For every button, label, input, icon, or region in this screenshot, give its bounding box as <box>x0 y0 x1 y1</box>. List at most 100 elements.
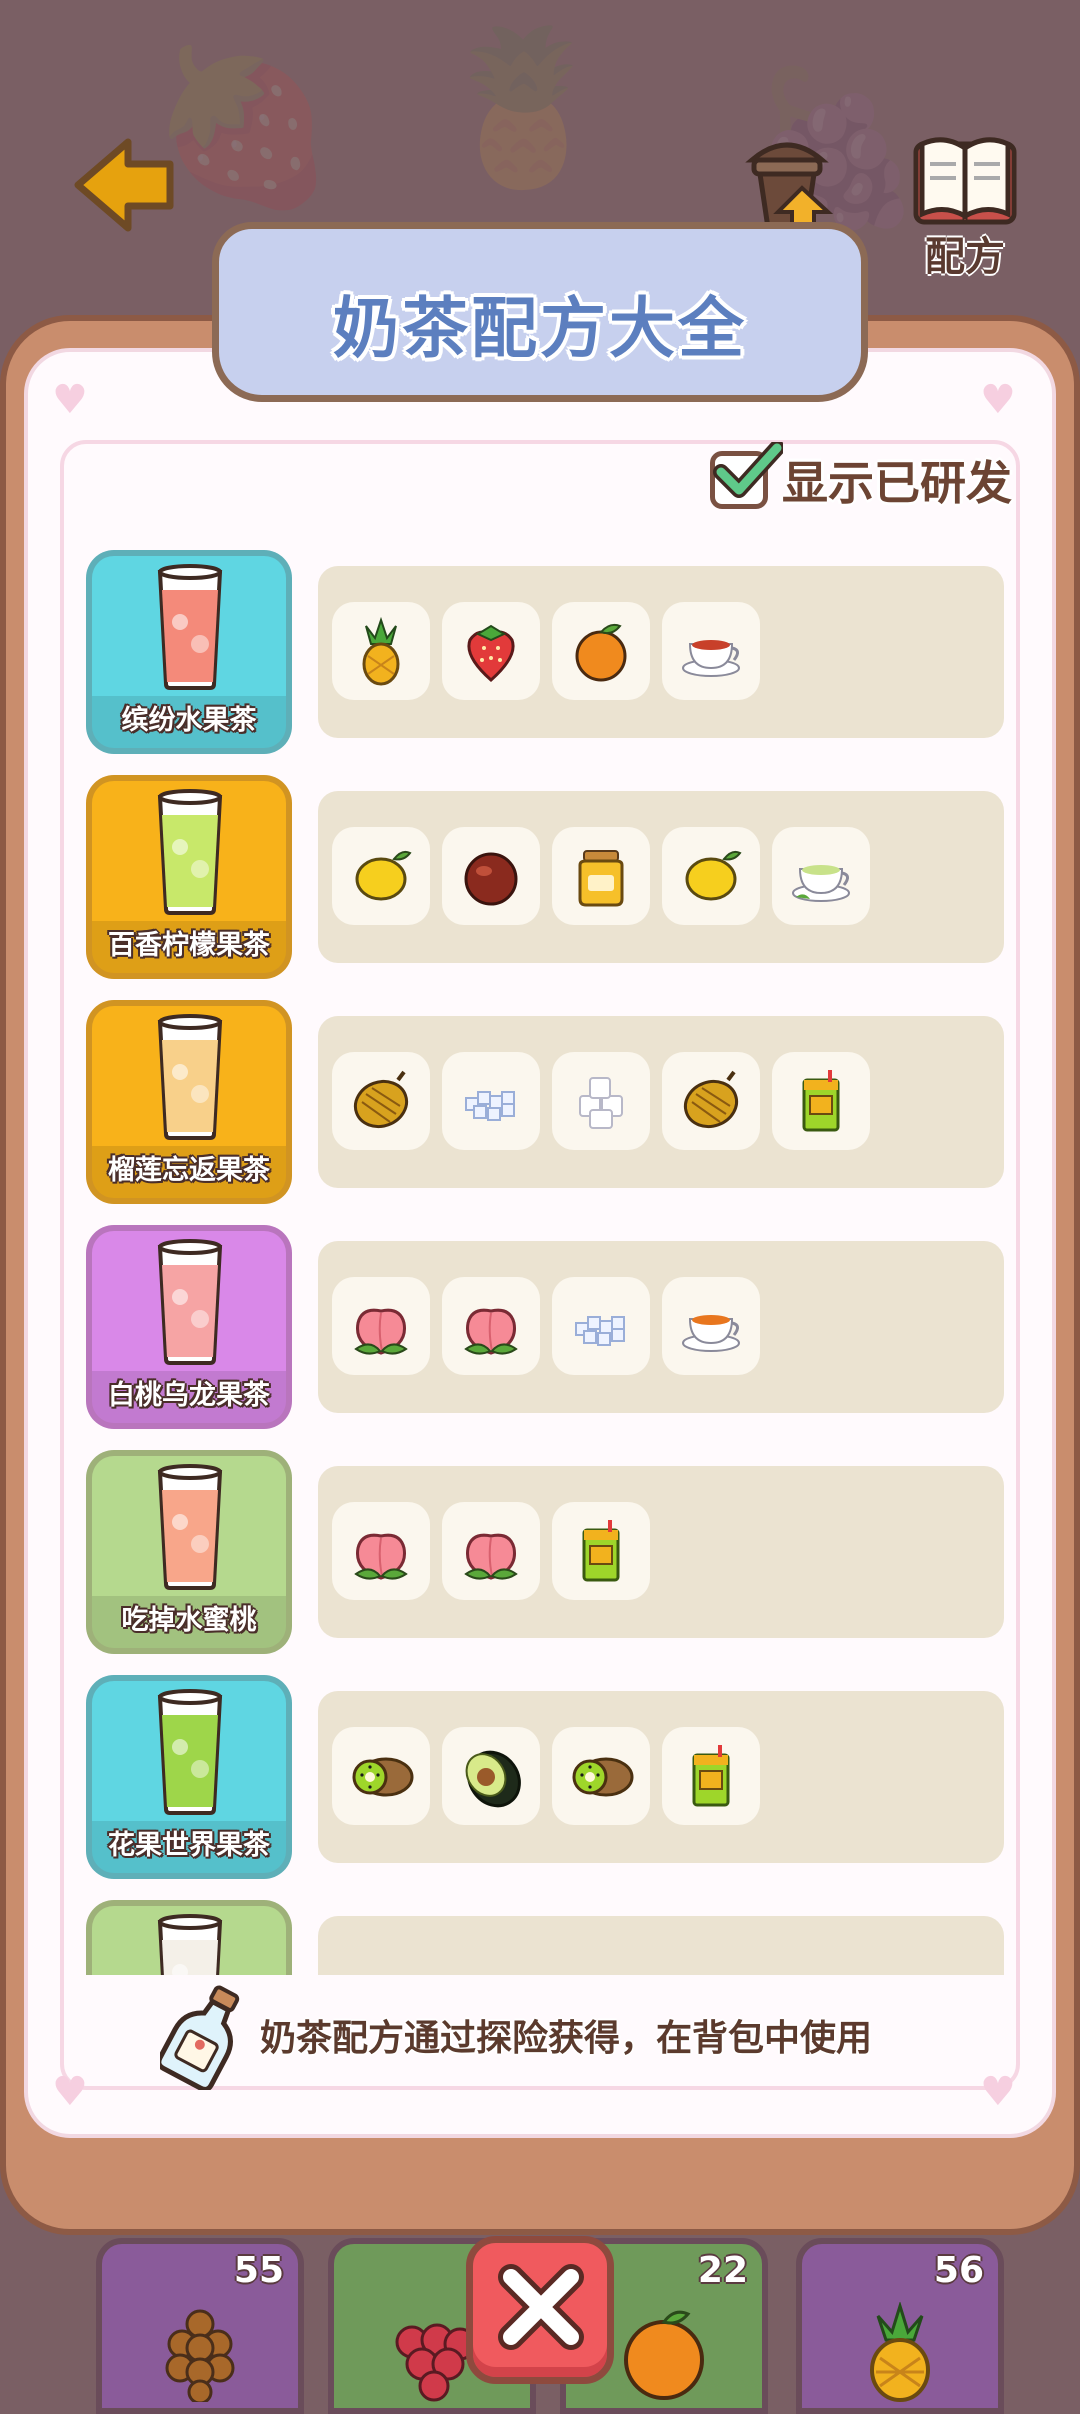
ingredient-slot[interactable] <box>552 602 650 700</box>
honey-icon <box>578 850 624 907</box>
recipe-row[interactable]: 百香柠檬果茶 <box>86 775 1006 985</box>
ingredient-slot[interactable] <box>442 1727 540 1825</box>
drink-cup-icon <box>157 1464 223 1590</box>
recipe-row[interactable] <box>86 1900 1006 1975</box>
drink-card[interactable]: 花果世界果茶 <box>86 1675 292 1879</box>
inventory-count: 22 <box>697 2250 748 2291</box>
crushed-ice-icon <box>465 1091 515 1121</box>
peach-icon <box>464 1533 518 1580</box>
ingredient-strip <box>318 791 1004 963</box>
ingredient-slot[interactable] <box>332 1502 430 1600</box>
drink-cup-icon <box>157 1914 223 1975</box>
oolong-tea-icon <box>682 1315 740 1352</box>
inventory-count: 56 <box>933 2250 984 2291</box>
close-button[interactable] <box>466 2236 614 2384</box>
ingredient-slot[interactable] <box>332 1727 430 1825</box>
peach-icon <box>354 1533 408 1580</box>
drink-card[interactable]: 百香柠檬果茶 <box>86 775 292 979</box>
drink-card[interactable]: 白桃乌龙果茶 <box>86 1225 292 1429</box>
drink-name: 榴莲忘返果茶 <box>92 1146 286 1198</box>
show-developed-toggle[interactable]: 显示已研发 <box>710 442 1012 515</box>
ice-cubes-icon <box>579 1077 623 1129</box>
ingredient-slot[interactable] <box>442 602 540 700</box>
back-arrow-icon <box>74 138 174 232</box>
ingredient-strip <box>318 1466 1004 1638</box>
ingredient-slot[interactable] <box>552 1052 650 1150</box>
ingredient-slot[interactable] <box>332 1052 430 1150</box>
drink-card[interactable] <box>86 1900 292 1975</box>
recipe-row[interactable]: 花果世界果茶 <box>86 1675 1006 1885</box>
ingredient-slot[interactable] <box>332 827 430 925</box>
green-tea-icon <box>792 865 850 902</box>
kiwi-icon <box>352 1757 414 1797</box>
ingredient-slot[interactable] <box>332 1277 430 1375</box>
drink-cup-icon <box>157 1689 223 1815</box>
ingredient-slot[interactable] <box>442 1502 540 1600</box>
close-icon <box>498 2264 584 2350</box>
drink-name: 缤纷水果茶 <box>92 696 286 748</box>
crushed-ice-icon <box>575 1316 625 1346</box>
ingredient-slot[interactable] <box>442 1277 540 1375</box>
ingredient-slot[interactable] <box>442 827 540 925</box>
recipe-book-button[interactable]: 配方 <box>900 130 1030 282</box>
hint-text: 奶茶配方通过探险获得，在背包中使用 <box>260 2018 873 2059</box>
heart-icon: ♥ <box>980 2069 1016 2115</box>
ingredient-slot[interactable] <box>772 1052 870 1150</box>
heart-icon: ♥ <box>980 377 1016 423</box>
passion-fruit-icon <box>464 852 518 906</box>
inventory-slot[interactable]: 56 <box>796 2238 1004 2414</box>
drink-card[interactable]: 榴莲忘返果茶 <box>86 1000 292 1204</box>
drink-card[interactable]: 吃掉水蜜桃 <box>86 1450 292 1654</box>
drink-name: 吃掉水蜜桃 <box>92 1596 286 1648</box>
recipe-row[interactable]: 吃掉水蜜桃 <box>86 1450 1006 1660</box>
recipe-row[interactable]: 白桃乌龙果茶 <box>86 1225 1006 1435</box>
ingredient-slot[interactable] <box>662 1052 760 1150</box>
ingredient-slot[interactable] <box>662 827 760 925</box>
show-developed-checkbox[interactable] <box>710 442 783 509</box>
durian-icon <box>353 1070 409 1129</box>
peach-icon <box>464 1308 518 1355</box>
ingredient-strip <box>318 1016 1004 1188</box>
drink-name: 花果世界果茶 <box>92 1821 286 1873</box>
bucket-upgrade-icon <box>745 142 834 232</box>
ingredient-slot[interactable] <box>662 602 760 700</box>
recipe-row[interactable]: 缤纷水果茶 <box>86 550 1006 760</box>
hint-bar: 奶茶配方通过探险获得，在背包中使用 <box>160 1980 872 2090</box>
background-pineapple-icon: 🍍 <box>430 21 617 195</box>
juice-box-icon <box>802 1070 840 1132</box>
kiwi-icon <box>572 1757 634 1797</box>
show-developed-label: 显示已研发 <box>782 456 1012 510</box>
lemon-icon <box>685 850 742 901</box>
inventory-count: 55 <box>233 2250 284 2291</box>
ingredient-slot[interactable] <box>552 1727 650 1825</box>
pineapple-icon <box>362 616 400 686</box>
page-title: 奶茶配方大全 <box>333 290 747 367</box>
heart-icon: ♥ <box>52 2069 88 2115</box>
ingredient-strip <box>318 566 1004 738</box>
inventory-slot[interactable]: 55 <box>96 2238 304 2414</box>
ingredient-strip <box>318 1916 1004 1975</box>
lemon-icon <box>355 850 412 901</box>
ingredient-slot[interactable] <box>552 827 650 925</box>
ingredient-slot[interactable] <box>442 1052 540 1150</box>
ingredient-slot[interactable] <box>772 827 870 925</box>
recipe-row[interactable]: 榴莲忘返果茶 <box>86 1000 1006 1210</box>
drink-cup-icon <box>157 789 223 915</box>
ingredient-slot[interactable] <box>662 1727 760 1825</box>
back-button[interactable] <box>70 130 180 240</box>
juice-box-icon <box>692 1745 730 1807</box>
durian-icon <box>683 1070 739 1129</box>
ingredient-slot[interactable] <box>552 1277 650 1375</box>
ingredient-slot[interactable] <box>662 1277 760 1375</box>
message-bottle-icon <box>160 1985 240 2090</box>
ingredient-strip <box>318 1691 1004 1863</box>
drink-cup-icon <box>157 1014 223 1140</box>
heart-icon: ♥ <box>52 377 88 423</box>
drink-name: 百香柠檬果茶 <box>92 921 286 973</box>
drink-card[interactable]: 缤纷水果茶 <box>86 550 292 754</box>
drink-cup-icon <box>157 1239 223 1365</box>
recipe-list[interactable]: 缤纷水果茶百香柠檬果茶 榴莲忘返果茶白桃乌龙果茶吃掉水蜜桃花果世界果茶 <box>86 550 1006 1975</box>
ingredient-slot[interactable] <box>332 602 430 700</box>
ingredient-slot[interactable] <box>552 1502 650 1600</box>
orange-icon <box>575 623 627 682</box>
